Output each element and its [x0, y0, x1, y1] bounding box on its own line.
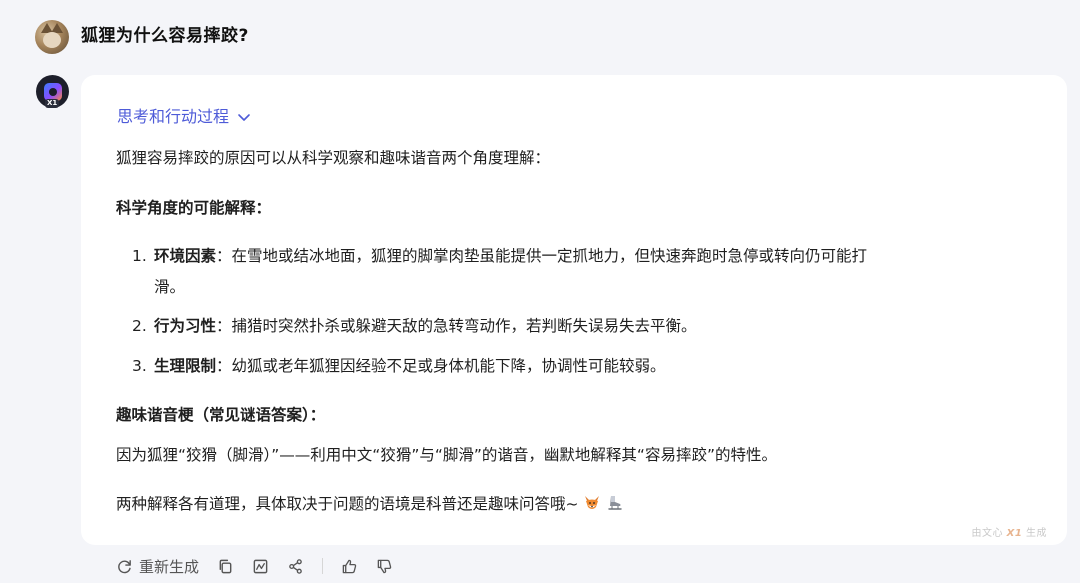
image-chart-icon [253, 559, 268, 573]
answer-intro: 狐狸容易摔跤的原因可以从科学观察和趣味谐音两个角度理解： [116, 149, 551, 167]
list-number: 2. [132, 317, 147, 335]
list-number: 1. [132, 247, 147, 265]
list-item-text: ：捕猎时突然扑杀或躲避天敌的急转弯动作，若判断失误易失去平衡。 [216, 317, 697, 335]
divider [322, 558, 324, 574]
ice-skate-icon [608, 496, 623, 510]
bot-logo-icon [43, 82, 62, 101]
like-button[interactable] [341, 558, 358, 575]
chevron-down-icon [238, 114, 250, 121]
ai-watermark: 由文心 X1 生成 [971, 528, 1047, 539]
conclusion-text: 两种解释各有道理，具体取决于问题的语境是科普还是趣味问答哦~ [116, 495, 579, 513]
bot-badge: X1 [45, 99, 60, 108]
answer-pun: 因为狐狸“狡猾（脚滑）”——利用中文“狡猾”与“脚滑”的谐音，幽默地解释其“容易… [116, 446, 777, 464]
list-item: 2. 行为习性：捕猎时突然扑杀或躲避天敌的急转弯动作，若判断失误易失去平衡。 [132, 313, 697, 340]
regenerate-button[interactable]: 重新生成 [116, 556, 199, 577]
section-title-pun: 趣味谐音梗（常见谜语答案）： [116, 406, 326, 424]
list-item-text: ：在雪地或结冰地面，狐狸的脚掌肉垫虽能提供一定抓地力，但快速奔跑时急停或转向仍可… [216, 247, 868, 265]
answer-card: 思考和行动过程 狐狸容易摔跤的原因可以从科学观察和趣味谐音两个角度理解： 科学角… [81, 75, 1067, 545]
thinking-toggle[interactable]: 思考和行动过程 [117, 103, 251, 131]
user-question: 狐狸为什么容易摔跤? [81, 26, 249, 46]
list-item-continuation: 滑。 [154, 278, 186, 296]
list-item-text: ：幼狐或老年狐狸因经验不足或身体机能下降，协调性可能较弱。 [216, 357, 666, 375]
section-title-science: 科学角度的可能解释： [116, 199, 272, 217]
thumbs-up-icon [342, 559, 357, 573]
thumbs-down-icon [377, 559, 392, 573]
fox-icon [585, 496, 600, 509]
share-button[interactable] [287, 558, 304, 575]
list-item: 1. 环境因素：在雪地或结冰地面，狐狸的脚掌肉垫虽能提供一定抓地力，但快速奔跑时急… [132, 243, 868, 296]
copy-button[interactable] [217, 558, 234, 575]
list-item-title: 行为习性 [154, 317, 217, 335]
list-number: 3. [132, 357, 147, 375]
regenerate-label: 重新生成 [139, 557, 200, 576]
action-bar: 重新生成 [116, 555, 411, 577]
copy-icon [219, 559, 232, 573]
user-avatar [35, 20, 69, 54]
thinking-label: 思考和行动过程 [117, 107, 230, 126]
share-image-button[interactable] [252, 558, 269, 575]
answer-conclusion: 两种解释各有道理，具体取决于问题的语境是科普还是趣味问答哦~ [116, 491, 624, 518]
share-icon [289, 558, 302, 574]
list-item: 3. 生理限制：幼狐或老年狐狸因经验不足或身体机能下降，协调性可能较弱。 [132, 353, 666, 380]
list-item-title: 环境因素 [154, 247, 217, 265]
refresh-icon [118, 559, 131, 573]
list-item-title: 生理限制 [154, 357, 217, 375]
dislike-button[interactable] [376, 558, 393, 575]
